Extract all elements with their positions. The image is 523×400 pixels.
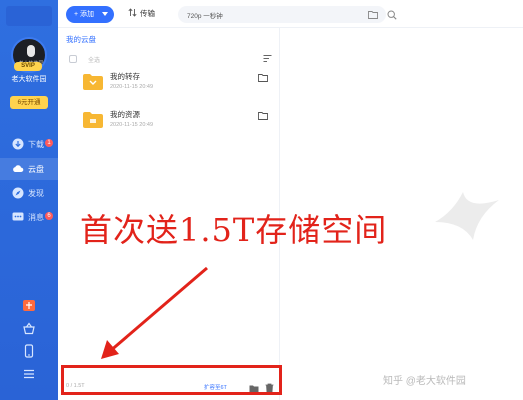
compass-icon (12, 187, 24, 199)
app-logo-icon[interactable] (6, 6, 52, 26)
vip-badge: SVIP (14, 62, 42, 71)
select-all-checkbox[interactable] (69, 55, 77, 63)
sidebar-item-label: 消息 (28, 213, 44, 222)
add-button[interactable]: + 添加 (66, 6, 114, 23)
sidebar-item-label: 发现 (28, 189, 44, 198)
select-all-label: 全选 (88, 58, 101, 64)
cloud-icon (13, 165, 24, 172)
open-folder-icon[interactable] (258, 111, 268, 120)
basket-icon[interactable] (22, 321, 36, 335)
sidebar-item-cloud[interactable]: 云盘 (0, 158, 58, 180)
download-count-badge: 1 (45, 139, 53, 147)
folder-icon (83, 74, 103, 90)
gift-icon[interactable] (22, 298, 36, 312)
list-item[interactable]: 我的资源 2020-11-15 20:49 (82, 109, 276, 139)
chevron-down-icon (102, 12, 108, 16)
open-folder-icon[interactable] (258, 73, 268, 82)
watermark-credit: 知乎 @老大软件园 (383, 376, 466, 387)
arrow-annotation-icon (101, 266, 208, 359)
sidebar-item-discover[interactable]: 发现 (0, 182, 58, 204)
folder-icon (83, 112, 103, 128)
add-button-label: 添加 (80, 11, 95, 18)
message-icon (12, 212, 24, 221)
select-all-row: 全选 (66, 52, 272, 66)
menu-icon[interactable] (22, 367, 36, 381)
file-date: 2020-11-15 20:49 (110, 122, 154, 128)
search-bar (178, 6, 397, 23)
sidebar-item-label: 云盘 (28, 165, 44, 174)
open-vip-button[interactable]: 6元开通 (10, 96, 48, 109)
download-icon (12, 138, 24, 150)
topbar: + 添加 传输 (58, 0, 523, 28)
folder-search-icon[interactable] (368, 10, 378, 19)
highlight-box (61, 365, 282, 395)
phone-icon[interactable] (22, 344, 36, 358)
microphone-icon (27, 45, 35, 57)
sort-icon[interactable] (263, 54, 272, 63)
breadcrumb[interactable]: 我的云盘 (66, 34, 96, 45)
file-name: 我的资源 (110, 110, 140, 119)
file-name: 我的转存 (110, 72, 140, 81)
file-date: 2020-11-15 20:49 (110, 84, 154, 90)
transfer-label: 传输 (140, 9, 155, 18)
sidebar-item-label: 下载 (28, 140, 44, 149)
transfer-button[interactable]: 传输 (128, 8, 155, 19)
list-item[interactable]: 我的转存 2020-11-15 20:49 (82, 71, 276, 101)
sidebar-item-messages[interactable]: 消息 6 (0, 206, 58, 228)
search-icon[interactable] (387, 10, 397, 20)
sidebar: 老大软件园 SVIP 老大软件园 6元开通 下载 1 云盘 发现 消息 6 (0, 0, 58, 400)
bird-watermark-icon (435, 192, 499, 240)
username[interactable]: 老大软件园 (0, 74, 58, 84)
promo-annotation: 首次送1.5T存储空间 (80, 211, 388, 249)
sidebar-item-download[interactable]: 下载 1 (0, 133, 58, 155)
message-count-badge: 6 (45, 212, 53, 220)
search-input[interactable] (187, 9, 357, 20)
transfer-icon (128, 8, 137, 17)
